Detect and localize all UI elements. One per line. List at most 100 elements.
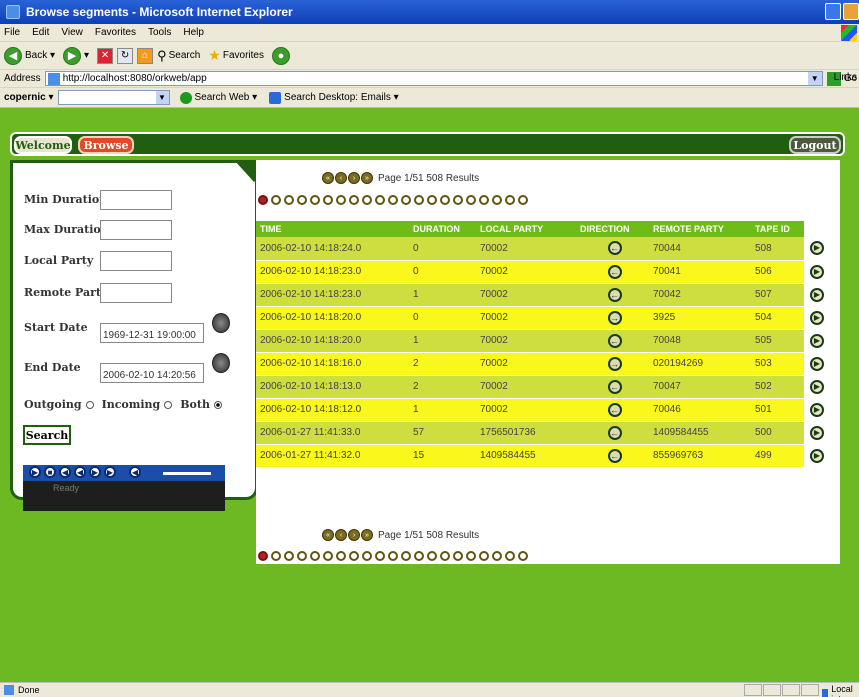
forward-button[interactable]: ▶ ▾ — [63, 46, 89, 65]
page-dot[interactable] — [453, 195, 463, 205]
minimize-button[interactable] — [825, 3, 841, 20]
play-segment-icon[interactable]: ▶ — [810, 402, 824, 417]
both-radio[interactable] — [213, 401, 222, 409]
play-segment-icon[interactable]: ▶ — [810, 310, 824, 325]
page-dot[interactable] — [505, 195, 515, 205]
table-row[interactable]: 2006-02-10 14:18:16.0 2 70002 → 020194269 503… — [256, 352, 826, 376]
next-icon[interactable]: ▶ — [89, 466, 101, 478]
col-duration[interactable]: DURATION — [409, 221, 476, 237]
search-desktop-button[interactable]: Search Desktop: Emails — [284, 92, 391, 103]
copernic-brand[interactable]: copernic — [4, 92, 46, 103]
prev-page-icon[interactable]: ‹ — [335, 529, 347, 541]
menu-view[interactable]: View — [61, 27, 83, 38]
outgoing-radio[interactable] — [85, 401, 94, 409]
page-dot[interactable] — [336, 195, 346, 205]
table-row[interactable]: 2006-01-27 11:41:32.0 15 1409584455 ← 855969… — [256, 444, 826, 468]
stop-icon[interactable]: ✕ — [97, 47, 114, 64]
col-local-party[interactable]: LOCAL PARTY — [476, 221, 576, 237]
next-page-icon[interactable]: › — [348, 172, 360, 184]
page-dot[interactable] — [505, 551, 515, 561]
table-row[interactable]: 2006-02-10 14:18:20.0 1 70002 ← 70048 505 ▶ — [256, 329, 826, 353]
menu-edit[interactable]: Edit — [32, 27, 49, 38]
page-dot[interactable] — [414, 551, 424, 561]
page-dot[interactable] — [323, 551, 333, 561]
volume-icon[interactable]: ◀ — [129, 466, 141, 478]
search-button[interactable]: ⚲ Search — [157, 48, 200, 64]
previous-icon[interactable]: ◀ — [74, 466, 86, 478]
page-dot[interactable] — [349, 551, 359, 561]
page-dot[interactable] — [375, 551, 385, 561]
close-button[interactable] — [843, 3, 859, 20]
page-dot[interactable] — [518, 551, 528, 561]
page-dot[interactable] — [271, 195, 281, 205]
address-input[interactable]: http://localhost:8080/orkweb/app ▼ — [44, 71, 823, 86]
min-duration-input[interactable] — [100, 190, 172, 210]
page-dot[interactable] — [284, 195, 294, 205]
table-row[interactable]: 2006-02-10 14:18:23.0 1 70002 ← 70042 507 ▶ — [256, 283, 826, 307]
page-dot[interactable] — [440, 551, 450, 561]
last-page-icon[interactable]: » — [361, 172, 373, 184]
page-dot[interactable] — [401, 195, 411, 205]
page-dot[interactable] — [466, 195, 476, 205]
next-page-icon[interactable]: › — [348, 529, 360, 541]
col-time[interactable]: TIME — [256, 221, 409, 237]
table-row[interactable]: 2006-02-10 14:18:23.0 0 70002 ← 70041 506 ▶ — [256, 260, 826, 284]
incoming-radio[interactable] — [164, 401, 173, 409]
page-dot[interactable] — [492, 551, 502, 561]
col-tape-id[interactable]: TAPE ID — [751, 221, 804, 237]
col-direction[interactable]: DIRECTION — [576, 221, 649, 237]
page-dot[interactable] — [453, 551, 463, 561]
page-dot[interactable] — [271, 551, 281, 561]
prev-page-icon[interactable]: ‹ — [335, 172, 347, 184]
page-dot[interactable] — [297, 195, 307, 205]
home-icon[interactable]: ⌂ — [137, 47, 154, 64]
page-dot[interactable] — [284, 551, 294, 561]
page-dot[interactable] — [310, 195, 320, 205]
back-button[interactable]: ◀ Back ▾ — [4, 46, 55, 65]
search-button[interactable]: Search — [23, 425, 71, 445]
menu-help[interactable]: Help — [183, 27, 204, 38]
max-duration-input[interactable] — [100, 220, 172, 240]
links-button[interactable]: Links — [834, 72, 857, 83]
first-page-icon[interactable]: « — [322, 172, 334, 184]
play-segment-icon[interactable]: ▶ — [810, 425, 824, 440]
last-page-icon[interactable]: » — [361, 529, 373, 541]
menu-file[interactable]: File — [4, 27, 20, 38]
volume-slider[interactable] — [163, 472, 211, 475]
page-dot[interactable] — [479, 551, 489, 561]
table-row[interactable]: 2006-02-10 14:18:20.0 0 70002 → 3925 504 ▶ — [256, 306, 826, 330]
stop-icon[interactable]: ■ — [44, 466, 56, 478]
play-segment-icon[interactable]: ▶ — [810, 333, 824, 348]
calendar-icon[interactable] — [212, 353, 230, 373]
play-segment-icon[interactable]: ▶ — [810, 356, 824, 371]
page-dot[interactable] — [362, 195, 372, 205]
search-web-button[interactable]: Search Web — [195, 92, 250, 103]
local-party-input[interactable] — [100, 251, 172, 271]
page-dot[interactable] — [401, 551, 411, 561]
start-date-input[interactable]: 1969-12-31 19:00:00 — [100, 323, 204, 343]
page-dot[interactable] — [258, 551, 268, 561]
page-dot[interactable] — [414, 195, 424, 205]
page-dot[interactable] — [427, 195, 437, 205]
browse-tab[interactable]: Browse — [78, 136, 134, 154]
menu-favorites[interactable]: Favorites — [95, 27, 136, 38]
refresh-icon[interactable]: ↻ — [117, 47, 134, 64]
page-dot[interactable] — [479, 195, 489, 205]
table-row[interactable]: 2006-02-10 14:18:13.0 2 70002 ← 70047 502 ▶ — [256, 375, 826, 399]
table-row[interactable]: 2006-02-10 14:18:24.0 0 70002 ← 70044 508 ▶ — [256, 237, 826, 261]
calendar-icon[interactable] — [212, 313, 230, 333]
first-page-icon[interactable]: « — [322, 529, 334, 541]
page-dot[interactable] — [427, 551, 437, 561]
chevron-down-icon[interactable]: ▼ — [155, 91, 169, 104]
copernic-search-input[interactable]: ▼ — [57, 90, 170, 105]
play-segment-icon[interactable]: ▶ — [810, 448, 824, 463]
page-dot[interactable] — [375, 195, 385, 205]
table-row[interactable]: 2006-02-10 14:18:12.0 1 70002 ← 70046 501 ▶ — [256, 398, 826, 422]
page-dot[interactable] — [388, 551, 398, 561]
table-row[interactable]: 2006-01-27 11:41:33.0 57 1756501736 ← 140958… — [256, 421, 826, 445]
end-date-input[interactable]: 2006-02-10 14:20:56 — [100, 363, 204, 383]
play-segment-icon[interactable]: ▶ — [810, 379, 824, 394]
page-dot[interactable] — [466, 551, 476, 561]
page-dot[interactable] — [297, 551, 307, 561]
rewind-icon[interactable]: ◀ — [59, 466, 71, 478]
